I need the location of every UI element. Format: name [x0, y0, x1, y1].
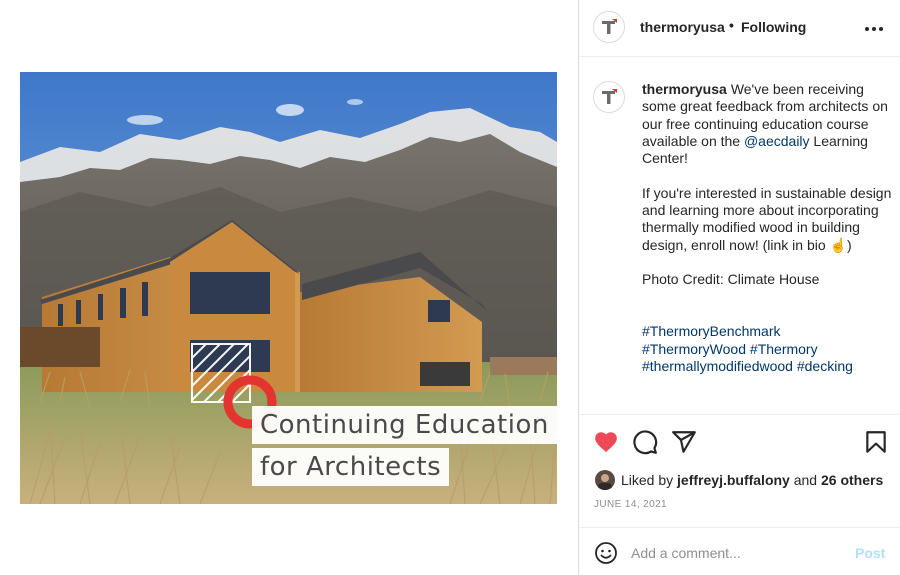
likes-summary: Liked by jeffreyj.buffalony and 26 other… [595, 469, 883, 491]
caption-avatar[interactable] [593, 81, 625, 113]
caption-paragraph-spacer [642, 306, 892, 323]
heart-icon[interactable] [593, 429, 619, 455]
hashtag-link[interactable]: #Thermory [750, 341, 818, 357]
more-options-icon[interactable] [864, 19, 884, 39]
hashtag-link[interactable]: #ThermoryBenchmark [642, 323, 781, 339]
liked-by-prefix: Liked by [621, 472, 674, 488]
post-caption: thermoryusa We've been receiving some gre… [642, 81, 892, 393]
hashtag-link[interactable]: #thermallymodifiedwood [642, 358, 793, 374]
liked-and: and [793, 472, 818, 488]
caption-paragraph-1: thermoryusa We've been receiving some gre… [642, 81, 892, 167]
post-side-panel: thermoryusa • Following thermoryusa We've… [579, 0, 900, 575]
hashtags: #ThermoryBenchmark #ThermoryWood #Thermo… [642, 323, 892, 375]
dot [865, 27, 869, 31]
emoji-icon[interactable] [594, 541, 618, 565]
hashtag-link[interactable]: #ThermoryWood [642, 341, 746, 357]
post-media-pane: Continuing Education for Architects [0, 0, 578, 575]
comment-icon[interactable] [632, 429, 658, 455]
overlay-text-line2: for Architects [252, 448, 450, 486]
caption-username[interactable]: thermoryusa [642, 81, 727, 97]
avatar[interactable] [593, 11, 625, 43]
mention-link[interactable]: @aecdaily [744, 133, 810, 149]
thermory-logo-icon [602, 89, 617, 104]
dot [879, 27, 883, 31]
follow-status-button[interactable]: Following [741, 19, 806, 35]
bookmark-icon[interactable] [863, 429, 889, 455]
post-comment-button[interactable]: Post [855, 545, 885, 561]
separator-dot: • [729, 17, 734, 33]
liker-avatar[interactable] [595, 470, 615, 490]
header-username[interactable]: thermoryusa [640, 19, 725, 35]
likes-count[interactable]: 26 others [821, 472, 883, 488]
caption-paragraph-3: Photo Credit: Climate House [642, 271, 820, 288]
liker-username[interactable]: jeffreyj.buffalony [677, 472, 790, 488]
hashtag-link[interactable]: #decking [797, 358, 853, 374]
thermory-logo-icon [602, 19, 617, 34]
share-icon[interactable] [671, 429, 697, 455]
comment-input[interactable] [631, 542, 841, 564]
post-date[interactable]: JUNE 14, 2021 [594, 499, 667, 510]
post-image[interactable]: Continuing Education for Architects [20, 72, 557, 504]
post-actions [579, 414, 900, 466]
post-header: thermoryusa • Following [579, 0, 900, 57]
dot [872, 27, 876, 31]
add-comment-bar: Post [579, 527, 900, 575]
caption-paragraph-2: If you're interested in sustainable desi… [642, 184, 892, 253]
overlay-text-line1: Continuing Education [252, 406, 557, 444]
caption-area: thermoryusa We've been receiving some gre… [579, 57, 900, 414]
